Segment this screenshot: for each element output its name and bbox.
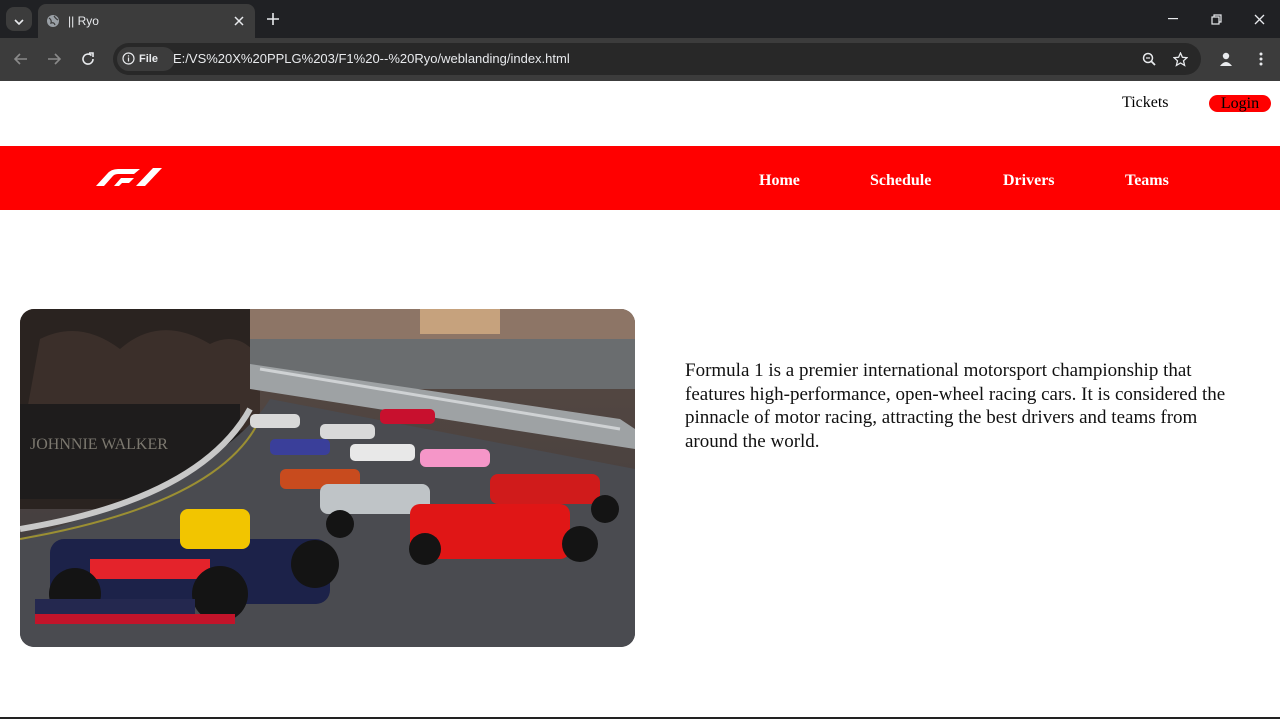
new-tab-button[interactable] <box>262 8 284 30</box>
reload-icon[interactable] <box>77 48 99 70</box>
chevron-down-icon <box>14 10 24 29</box>
zoom-icon[interactable] <box>1138 48 1160 70</box>
main-navbar: Home Schedule Drivers Teams <box>0 146 1280 210</box>
close-tab-icon[interactable] <box>231 13 247 29</box>
hero-description: Formula 1 is a premier international mot… <box>685 360 1226 452</box>
url-text[interactable]: E:/VS%20X%20PPLG%203/F1%20--%20Ryo/webla… <box>173 51 570 66</box>
close-window-icon[interactable] <box>1248 8 1270 30</box>
globe-icon <box>46 14 60 28</box>
tab-title: || Ryo <box>68 14 99 28</box>
login-button[interactable]: Login <box>1209 95 1271 112</box>
browser-tab-strip: || Ryo <box>0 0 1280 38</box>
svg-text:JOHNNIE WALKER: JOHNNIE WALKER <box>30 436 168 453</box>
f1-logo[interactable] <box>96 168 162 186</box>
site-info-button[interactable]: File <box>117 47 175 71</box>
info-icon <box>122 50 135 69</box>
site-info-label: File <box>139 53 158 65</box>
bookmark-star-icon[interactable] <box>1169 48 1191 70</box>
restore-icon[interactable] <box>1205 8 1227 30</box>
more-menu-icon[interactable] <box>1250 48 1272 70</box>
browser-tab[interactable]: || Ryo <box>38 4 255 38</box>
tickets-link[interactable]: Tickets <box>1122 94 1169 112</box>
profile-avatar-icon[interactable] <box>1213 46 1239 72</box>
address-bar[interactable]: File E:/VS%20X%20PPLG%203/F1%20--%20Ryo/… <box>113 43 1201 75</box>
forward-arrow-icon[interactable] <box>43 48 65 70</box>
back-arrow-icon[interactable] <box>10 48 32 70</box>
browser-toolbar: File E:/VS%20X%20PPLG%203/F1%20--%20Ryo/… <box>0 38 1280 81</box>
nav-schedule[interactable]: Schedule <box>870 172 931 190</box>
nav-teams[interactable]: Teams <box>1125 172 1169 190</box>
nav-drivers[interactable]: Drivers <box>1003 172 1055 190</box>
minimize-icon[interactable] <box>1162 8 1184 30</box>
page-content: Tickets Login Home Schedule Drivers Team… <box>0 81 1280 719</box>
nav-home[interactable]: Home <box>759 172 800 190</box>
tab-search-button[interactable] <box>6 7 32 31</box>
f1-race-cars-photo: JOHNNIE WALKER <box>20 309 635 647</box>
